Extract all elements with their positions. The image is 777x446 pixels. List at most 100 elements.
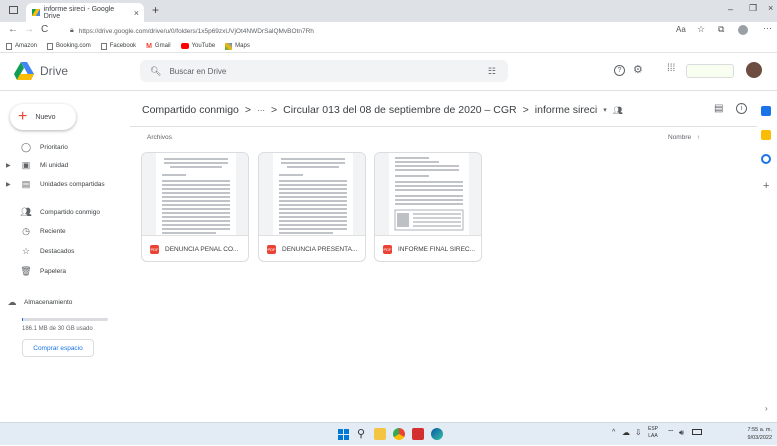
expand-caret-icon[interactable]: ▶ [6,162,11,169]
star-icon: ☆ [21,245,31,256]
restore-icon[interactable]: ❐ [749,3,757,14]
clock-icon: ◷ [22,225,30,236]
tray-app-icon[interactable]: ☁ [622,428,630,437]
tab-title: informe sireci - Google Drive [43,5,115,20]
back-icon[interactable]: ← [8,24,18,35]
sort-arrow-up-icon[interactable]: ↑ [697,134,700,141]
bookmark-amazon[interactable]: Amazon [6,42,37,50]
pdf-file-icon: PDF [383,245,392,254]
forward-icon[interactable]: → [24,24,34,35]
battery-icon[interactable] [692,429,702,435]
chrome-icon[interactable] [393,428,405,440]
document-preview [156,153,236,235]
url-text: https://drive.google.com/drive/u/0/folde… [78,27,314,35]
language-indicator[interactable]: ESP LAA [648,426,658,440]
file-card[interactable]: PDF INFORME FINAL SIREC... [374,152,482,262]
settings-gear-icon[interactable]: ⚙ [633,63,643,76]
tasks-icon[interactable] [761,154,771,164]
more-icon[interactable]: ··· [763,23,772,33]
storage-bar [22,318,108,321]
bookmark-gmail[interactable]: M Gmail [146,43,171,50]
sidebar-item-recent[interactable]: ◷ Reciente [0,222,126,240]
volume-icon[interactable]: 🔊︎ [679,428,684,438]
drive-logo-icon[interactable] [14,62,34,80]
breadcrumb-folder[interactable]: Circular 013 del 08 de septiembre de 202… [283,104,516,116]
browser-tab[interactable]: informe sireci - Google Drive × [26,3,144,22]
add-addon-icon[interactable]: + [763,180,769,192]
file-explorer-icon[interactable] [374,428,386,440]
breadcrumb-root[interactable]: Compartido conmigo [142,104,239,116]
expand-caret-icon[interactable]: ▶ [6,181,11,188]
list-view-icon[interactable]: ▤ [714,103,723,114]
dropdown-caret-icon[interactable]: ▾ [603,106,607,114]
apps-grid-icon[interactable]: ⁞⁞⁞ [667,63,675,74]
sort-by-name[interactable]: Nombre ↑ [668,134,700,141]
sidebar-item-trash[interactable]: 🗑︎ Papelera [0,262,126,280]
collections-icon[interactable]: ⧉ [718,24,724,35]
file-card[interactable]: PDF DENUNCIA PRESENTA... [258,152,366,262]
favorite-star-icon[interactable]: ☆ [697,24,705,35]
bookmarks-bar: Amazon Booking.com Facebook M Gmail YouTu… [0,40,777,53]
address-bar[interactable]: 🔒︎ https://drive.google.com/drive/u/0/fo… [60,24,660,38]
bookmark-booking[interactable]: Booking.com [47,42,91,50]
read-aloud-icon[interactable]: Aa [676,25,686,34]
wifi-icon[interactable]: ⌔ [667,428,675,438]
files-section-label: Archivos [147,134,172,141]
calendar-icon[interactable] [761,106,771,116]
workspace-logo[interactable] [686,64,734,78]
close-window-icon[interactable]: × [768,3,773,13]
help-icon[interactable]: ? [614,65,625,76]
search-icon[interactable]: 🔍︎ [150,66,161,77]
storage-used-text: 186.1 MB de 30 GB usado [22,326,93,332]
filter-options-icon[interactable]: ☷ [488,66,496,77]
acrobat-icon[interactable] [412,428,424,440]
new-tab-button[interactable]: + [152,3,159,17]
tray-chevron-icon[interactable]: ^ [612,429,615,436]
expand-panel-icon[interactable]: › [765,404,768,413]
tray-usb-icon[interactable]: ⇩ [635,428,642,437]
edge-icon[interactable] [431,428,443,440]
file-thumbnail [375,153,481,236]
bookmark-page-icon [100,42,107,50]
document-text-lines [279,158,347,234]
sidebar-item-shared-with-me[interactable]: 👥︎ Compartido conmigo [0,203,126,221]
breadcrumb-current[interactable]: informe sireci [535,104,597,116]
account-avatar[interactable] [746,62,762,78]
clock[interactable]: 7:55 a. m. 9/03/2022 [710,426,772,442]
sidebar-item-my-drive[interactable]: ▶ ▣ Mi unidad [0,156,126,174]
bookmark-youtube[interactable]: YouTube [180,43,215,49]
minimize-icon[interactable]: – [728,4,733,14]
shared-folder-icon: 👥︎ [612,105,623,115]
info-icon[interactable]: i [736,103,747,114]
file-name: DENUNCIA PRESENTA... [282,246,358,253]
keep-icon[interactable] [761,130,771,140]
breadcrumb-separator: > [244,104,252,116]
breadcrumb-ellipsis[interactable]: ··· [257,106,265,115]
document-text-lines [162,158,230,234]
sidebar-item-priority[interactable]: ◯ Prioritario [0,138,126,156]
bookmark-maps[interactable]: Maps [225,42,250,50]
bookmark-facebook[interactable]: Facebook [100,42,136,50]
search-input[interactable]: 🔍︎ Buscar en Drive ☷ [140,60,508,82]
buy-storage-button[interactable]: Comprar espacio [22,339,94,357]
document-preview [389,153,469,235]
file-card[interactable]: PDF DENUNCIA PENAL CO... [141,152,249,262]
pdf-file-icon: PDF [150,245,159,254]
file-name: DENUNCIA PENAL CO... [165,246,239,253]
close-tab-icon[interactable]: × [134,8,139,18]
main-divider [130,126,757,127]
sidebar-item-starred[interactable]: ☆ Destacados [0,242,126,260]
new-button[interactable]: + Nuevo [10,104,76,130]
reload-icon[interactable]: C [41,24,48,35]
app-name: Drive [40,64,69,78]
sidebar-item-shared-drives[interactable]: ▶ ▤ Unidades compartidas [0,175,126,193]
start-windows-icon[interactable] [338,428,350,440]
check-circle-icon: ◯ [20,141,32,152]
window-menu-icon[interactable] [9,6,18,14]
taskbar-search-icon[interactable]: ⚲ [357,427,365,440]
people-icon: 👥︎ [20,206,32,217]
file-thumbnail [259,153,365,236]
sidebar-item-storage[interactable]: ☁ Almacenamiento [0,293,126,311]
trash-icon: 🗑︎ [20,265,32,276]
profile-icon[interactable] [738,25,748,35]
